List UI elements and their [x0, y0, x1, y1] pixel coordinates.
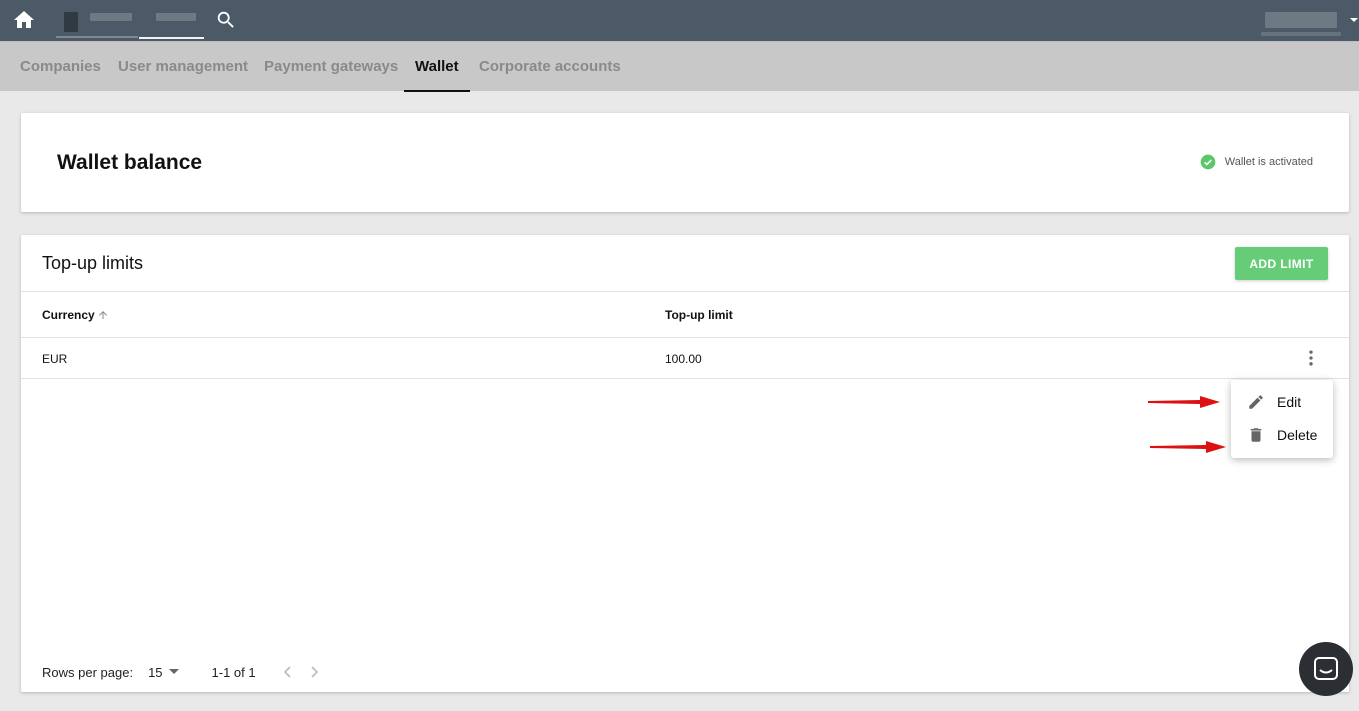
search-icon[interactable]	[215, 9, 237, 31]
cell-topup-limit: 100.00	[665, 352, 702, 366]
wallet-status-text: Wallet is activated	[1224, 156, 1313, 168]
tab-user-management[interactable]: User management	[107, 42, 259, 92]
redacted-logo	[64, 12, 78, 32]
tab-wallet[interactable]: Wallet	[404, 42, 470, 92]
menu-item-edit[interactable]: Edit	[1231, 386, 1333, 418]
active-menu-underline	[139, 37, 204, 39]
rows-per-page-value: 15	[148, 664, 163, 680]
menu-item-delete[interactable]: Delete	[1231, 419, 1333, 451]
tab-payment-gateways[interactable]: Payment gateways	[253, 42, 409, 92]
more-vert-icon[interactable]	[1301, 348, 1321, 368]
annotation-arrow-icon	[1148, 396, 1220, 408]
section-tabs: Companies User management Payment gatewa…	[0, 41, 1359, 92]
topup-limits-title: Top-up limits	[42, 253, 144, 273]
chevron-left-icon[interactable]	[282, 665, 294, 679]
redacted-menu-item[interactable]	[90, 13, 132, 21]
menu-item-delete-label: Delete	[1277, 427, 1318, 443]
redacted-user-line	[1261, 32, 1341, 36]
row-action-menu: Edit Delete	[1231, 380, 1333, 458]
top-app-bar	[0, 0, 1359, 41]
annotation-arrow-icon	[1150, 441, 1226, 453]
table-pagination: Rows per page: 15 1-1 of 1	[42, 662, 320, 682]
chat-support-button[interactable]	[1299, 642, 1353, 696]
user-menu[interactable]	[1249, 8, 1359, 38]
redacted-user-name	[1265, 12, 1337, 28]
column-header-topup-limit[interactable]: Top-up limit	[665, 308, 733, 322]
cell-currency: EUR	[42, 352, 68, 366]
topup-limits-card: Top-up limits ADD LIMIT Currency Top-up …	[21, 235, 1349, 692]
table-header: Currency Top-up limit	[21, 292, 1349, 338]
sort-ascending-icon[interactable]	[97, 309, 109, 321]
redacted-underline	[56, 36, 138, 38]
wallet-balance-title: Wallet balance	[57, 151, 203, 174]
tab-corporate-accounts[interactable]: Corporate accounts	[468, 42, 632, 92]
tab-companies[interactable]: Companies	[9, 42, 112, 92]
check-circle-icon	[1200, 154, 1216, 170]
rows-per-page-select[interactable]: 15	[148, 664, 179, 680]
pagination-range: 1-1 of 1	[211, 664, 256, 680]
chevron-down-icon	[1350, 18, 1358, 22]
wallet-status: Wallet is activated	[1200, 154, 1313, 170]
trash-icon	[1250, 428, 1262, 442]
home-icon[interactable]	[12, 8, 36, 32]
pencil-icon	[1249, 395, 1263, 409]
topup-limits-header: Top-up limits ADD LIMIT	[21, 235, 1349, 292]
table-row: EUR 100.00	[21, 338, 1349, 379]
redacted-menu-item[interactable]	[156, 13, 196, 21]
chat-icon	[1314, 657, 1338, 680]
wallet-balance-card: Wallet balance Wallet is activated	[21, 113, 1349, 212]
rows-per-page-label: Rows per page:	[42, 664, 134, 680]
pager-controls	[282, 665, 320, 679]
add-limit-button[interactable]: ADD LIMIT	[1235, 247, 1328, 280]
menu-item-edit-label: Edit	[1277, 394, 1302, 410]
column-header-currency-label: Currency	[42, 308, 95, 322]
column-header-currency[interactable]: Currency	[42, 308, 109, 322]
dropdown-arrow-icon	[168, 669, 179, 674]
chevron-right-icon[interactable]	[308, 665, 320, 679]
